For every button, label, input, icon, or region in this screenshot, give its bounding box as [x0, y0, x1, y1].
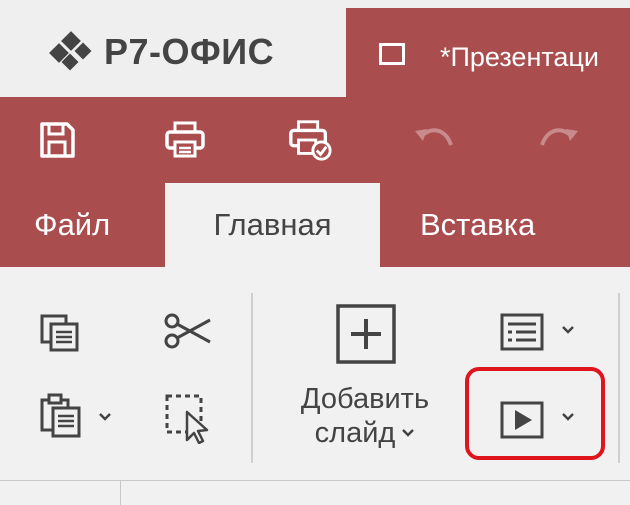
bottom-divider	[120, 481, 121, 505]
ribbon-home: Добавить слайд	[0, 267, 630, 480]
bottom-bar	[0, 480, 630, 505]
copy-button[interactable]	[36, 311, 84, 355]
cut-icon	[164, 313, 211, 349]
add-slide-button[interactable]	[335, 303, 397, 365]
paste-icon	[40, 393, 81, 438]
slideshow-highlight	[465, 367, 605, 460]
ribbon-separator	[618, 293, 620, 463]
tab-insert-label: Вставка	[420, 207, 536, 242]
save-icon	[40, 122, 75, 158]
document-title: *Презентаци	[440, 42, 599, 72]
print-icon	[165, 121, 205, 158]
add-slide-icon	[336, 304, 396, 364]
add-slide-label-line2: слайд	[314, 417, 396, 449]
app-logo: Р7-ОФИС	[49, 30, 275, 74]
app-logo-text: Р7-ОФИС	[104, 31, 275, 72]
tab-file[interactable]: Файл	[34, 183, 110, 267]
paste-button[interactable]	[36, 391, 86, 439]
tab-home[interactable]: Главная	[165, 183, 380, 267]
tab-home-label: Главная	[213, 207, 332, 242]
redo-icon	[540, 128, 578, 146]
chevron-down-icon[interactable]	[98, 410, 112, 424]
chevron-down-icon[interactable]	[561, 323, 575, 337]
cut-button[interactable]	[160, 309, 216, 353]
r7-logo-icon	[49, 31, 94, 72]
ribbon-separator	[251, 293, 253, 463]
chevron-down-icon[interactable]	[401, 426, 415, 440]
title-bar: Р7-ОФИС *Презентаци	[0, 0, 630, 97]
select-icon	[165, 394, 209, 444]
add-slide-label[interactable]: Добавить слайд	[270, 382, 460, 450]
quick-print-icon	[289, 120, 332, 161]
undo-button[interactable]	[412, 117, 458, 163]
redo-button[interactable]	[535, 117, 581, 163]
quick-print-button[interactable]	[287, 117, 333, 163]
add-slide-label-line1: Добавить	[300, 383, 430, 415]
layout-button[interactable]	[497, 309, 547, 355]
print-button[interactable]	[162, 117, 208, 163]
layout-icon	[500, 313, 544, 351]
undo-icon	[415, 128, 453, 146]
menu-bar: Файл Главная Вставка	[0, 183, 630, 267]
save-button[interactable]	[34, 117, 80, 163]
tab-insert[interactable]: Вставка	[420, 183, 535, 267]
copy-icon	[40, 314, 79, 352]
presentation-doc-icon	[379, 43, 405, 65]
document-tab[interactable]: *Презентаци	[346, 8, 630, 97]
tab-file-label: Файл	[34, 207, 111, 242]
quick-access-toolbar	[0, 97, 630, 183]
select-all-button[interactable]	[162, 391, 214, 445]
